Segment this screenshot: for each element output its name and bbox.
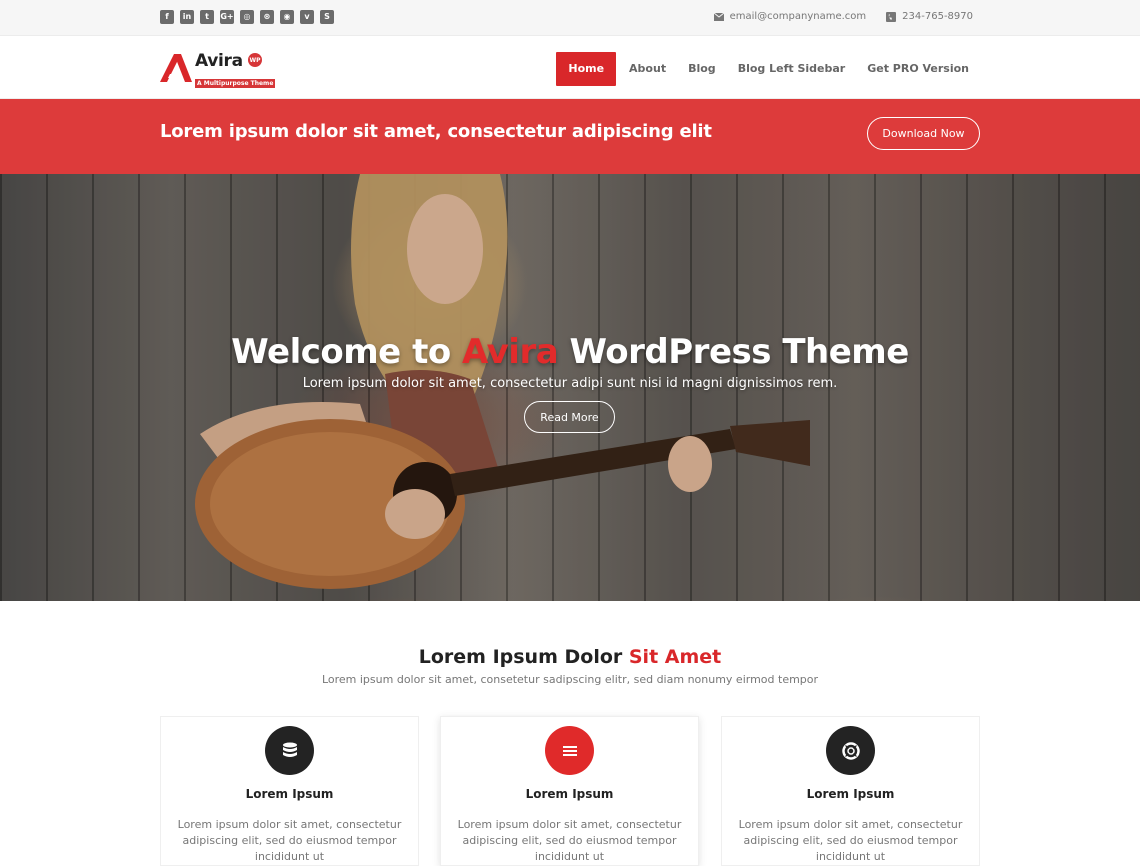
top-bar: f in t G+ ◎ ⊛ ◉ v S email@companyname.co… [0, 0, 1140, 36]
nav-get-pro[interactable]: Get PRO Version [856, 52, 980, 86]
read-more-button[interactable]: Read More [524, 401, 615, 433]
logo[interactable]: Avira WP A Multipurpose Theme [160, 51, 276, 88]
hero-section: Welcome to Avira WordPress Theme Lorem i… [0, 174, 1140, 601]
service-card[interactable]: Lorem Ipsum Lorem ipsum dolor sit amet, … [440, 716, 699, 866]
github-icon[interactable]: ◉ [280, 10, 294, 24]
menu-icon [545, 726, 594, 775]
hero-title: Welcome to Avira WordPress Theme [231, 332, 909, 372]
services-title: Lorem Ipsum Dolor Sit Amet [418, 646, 722, 668]
nav-blog[interactable]: Blog [677, 52, 727, 86]
google-plus-icon[interactable]: G+ [220, 10, 234, 24]
social-links: f in t G+ ◎ ⊛ ◉ v S [160, 10, 334, 24]
nav-home[interactable]: Home [556, 52, 617, 86]
brand-name: Avira [195, 51, 243, 71]
email-link[interactable]: email@companyname.com [730, 11, 867, 22]
promo-banner: Lorem ipsum dolor sit amet, consectetur … [0, 99, 1140, 174]
service-card[interactable]: Lorem Ipsum Lorem ipsum dolor sit amet, … [160, 716, 419, 866]
card-text: Lorem ipsum dolor sit amet, consectetur … [457, 818, 682, 863]
card-title: Lorem Ipsum [245, 787, 334, 801]
skype-icon[interactable]: S [320, 10, 334, 24]
banner-text: Lorem ipsum dolor sit amet, consectetur … [160, 121, 712, 142]
phone-icon [886, 11, 897, 22]
dribbble-icon[interactable]: ⊛ [260, 10, 274, 24]
hero-subtitle: Lorem ipsum dolor sit amet, consectetur … [302, 376, 838, 391]
linkedin-icon[interactable]: in [180, 10, 194, 24]
contact-info: email@companyname.com 234-765-8970 [713, 11, 973, 22]
vine-icon[interactable]: v [300, 10, 314, 24]
service-cards: Lorem Ipsum Lorem ipsum dolor sit amet, … [160, 716, 980, 866]
download-now-button[interactable]: Download Now [867, 117, 980, 150]
card-text: Lorem ipsum dolor sit amet, consectetur … [177, 818, 402, 863]
logo-text: Avira WP A Multipurpose Theme [195, 51, 276, 88]
site-header: Avira WP A Multipurpose Theme Home About… [0, 36, 1140, 99]
brand-badge: WP [248, 53, 262, 67]
nav-blog-left-sidebar[interactable]: Blog Left Sidebar [727, 52, 857, 86]
services-subtitle: Lorem ipsum dolor sit amet, consetetur s… [321, 673, 819, 686]
logo-mark-icon [160, 52, 192, 82]
lifebuoy-icon [826, 726, 875, 775]
nav-about[interactable]: About [618, 52, 677, 86]
service-card[interactable]: Lorem Ipsum Lorem ipsum dolor sit amet, … [721, 716, 980, 866]
instagram-icon[interactable]: ◎ [240, 10, 254, 24]
facebook-icon[interactable]: f [160, 10, 174, 24]
card-title: Lorem Ipsum [525, 787, 614, 801]
twitter-icon[interactable]: t [200, 10, 214, 24]
envelope-icon [713, 12, 724, 22]
main-nav: Home About Blog Blog Left Sidebar Get PR… [556, 52, 980, 86]
phone-number[interactable]: 234-765-8970 [902, 11, 973, 22]
database-icon [265, 726, 314, 775]
brand-tagline: A Multipurpose Theme [195, 79, 276, 88]
card-text: Lorem ipsum dolor sit amet, consectetur … [738, 818, 963, 863]
card-title: Lorem Ipsum [806, 787, 895, 801]
